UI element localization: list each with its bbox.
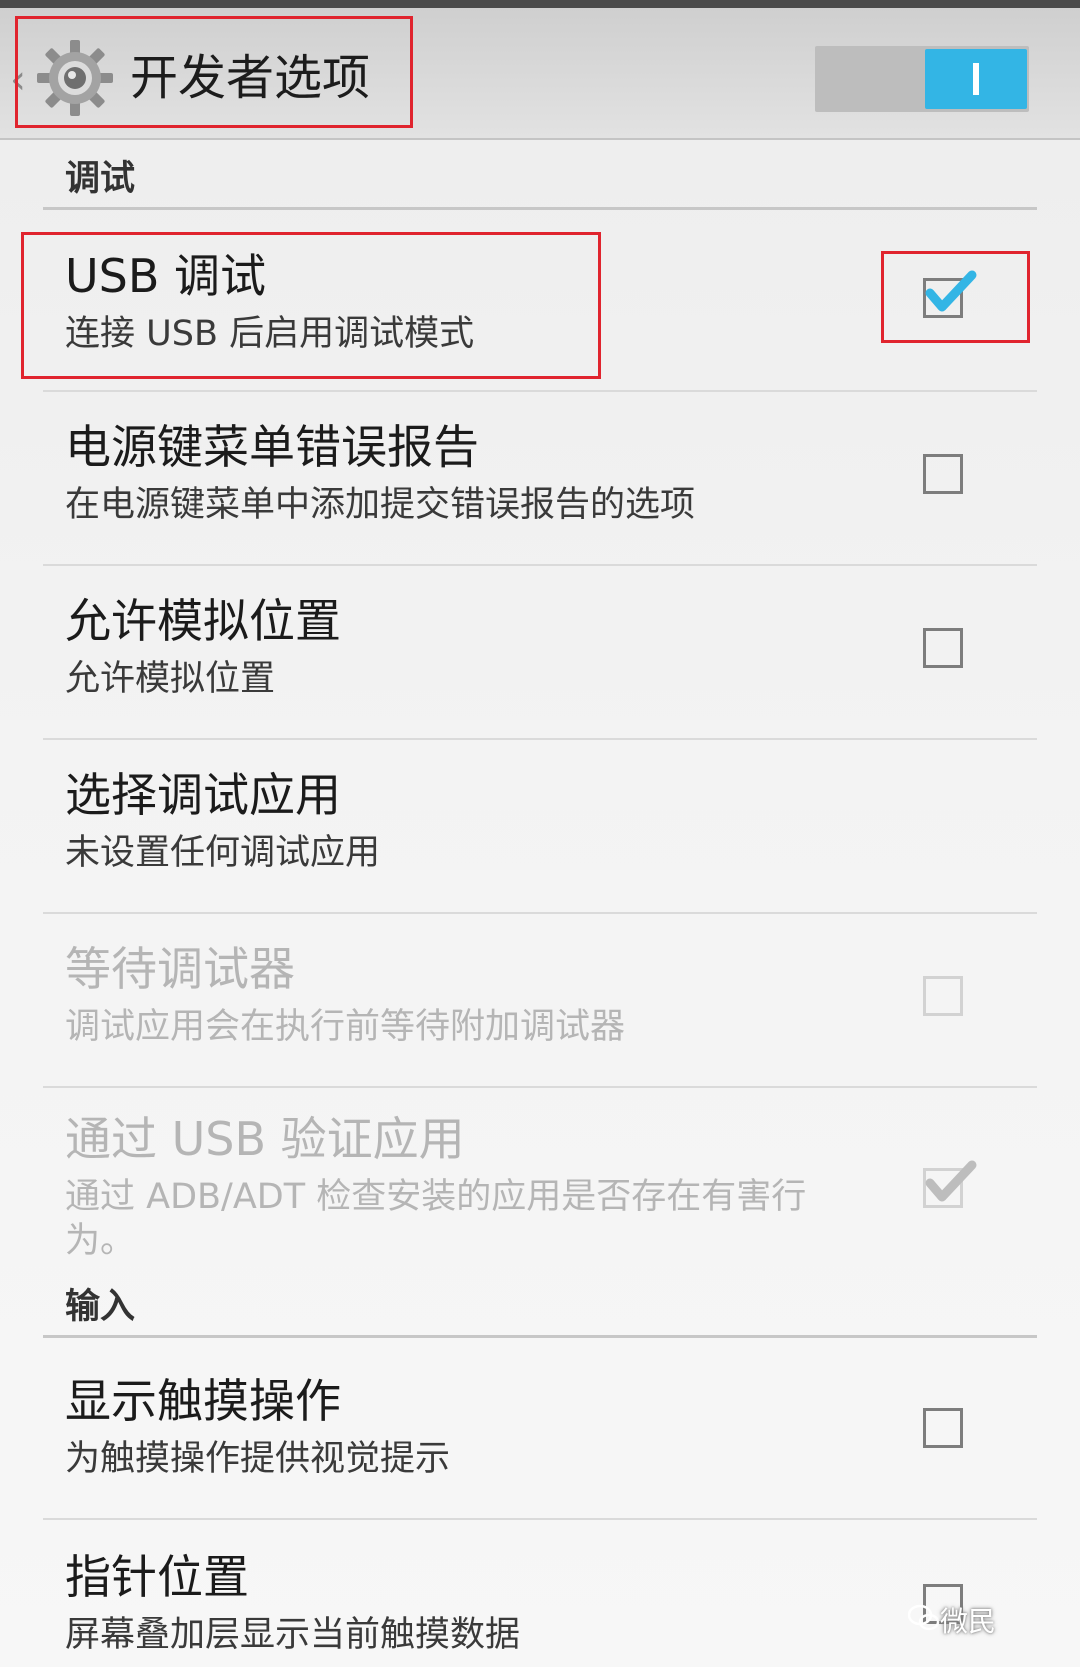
- checkbox[interactable]: [923, 628, 963, 668]
- checkbox-checked[interactable]: [923, 270, 977, 318]
- pref-title: 指针位置: [65, 1550, 249, 1604]
- pref-summary: 在电源键菜单中添加提交错误报告的选项: [65, 485, 696, 525]
- pref-bug-report[interactable]: 电源键菜单错误报告 在电源键菜单中添加提交错误报告的选项: [43, 390, 1037, 566]
- section-label: 输入: [65, 1287, 136, 1327]
- checkbox-checked[interactable]: [923, 1160, 977, 1208]
- pref-pointer-location[interactable]: 指针位置 屏幕叠加层显示当前触摸数据: [43, 1518, 1037, 1667]
- pref-summary: 为触摸操作提供视觉提示: [65, 1439, 451, 1479]
- pref-verify-apps-over-usb[interactable]: 通过 USB 验证应用 通过 ADB/ADT 检查安装的应用是否存在有害行为。: [43, 1086, 1037, 1282]
- checkbox[interactable]: [923, 976, 963, 1016]
- checkbox[interactable]: [923, 1408, 963, 1448]
- pref-title: 等待调试器: [65, 942, 295, 996]
- pref-wait-for-debugger[interactable]: 等待调试器 调试应用会在执行前等待附加调试器: [43, 912, 1037, 1088]
- pref-title: 显示触摸操作: [65, 1374, 341, 1428]
- checkbox[interactable]: [923, 454, 963, 494]
- pref-select-debug-app[interactable]: 选择调试应用 未设置任何调试应用: [43, 738, 1037, 914]
- pref-show-touches[interactable]: 显示触摸操作 为触摸操作提供视觉提示: [43, 1338, 1037, 1520]
- switch-thumb: [925, 49, 1027, 109]
- pref-summary: 允许模拟位置: [65, 659, 276, 699]
- checkmark-icon: [925, 1160, 977, 1202]
- developer-options-switch[interactable]: [815, 46, 1029, 112]
- pref-title: 通过 USB 验证应用: [65, 1112, 465, 1166]
- pref-mock-location[interactable]: 允许模拟位置 允许模拟位置: [43, 564, 1037, 740]
- pref-summary: 通过 ADB/ADT 检查安装的应用是否存在有害行为。: [65, 1177, 807, 1261]
- pref-title: 电源键菜单错误报告: [65, 420, 479, 474]
- chevron-left-icon[interactable]: ‹: [10, 60, 26, 100]
- switch-on-mark: [973, 63, 979, 95]
- watermark-text: 微民: [940, 1605, 997, 1638]
- action-bar: ‹ 开发者选项: [0, 8, 1080, 140]
- wechat-icon: [908, 1604, 940, 1631]
- pref-summary: 未设置任何调试应用: [65, 833, 381, 873]
- pref-usb-debugging[interactable]: USB 调试 连接 USB 后启用调试模式: [43, 213, 1037, 392]
- checkmark-icon: [925, 270, 977, 312]
- section-header-debug: 调试: [43, 150, 1037, 210]
- pref-title: 选择调试应用: [65, 768, 341, 822]
- page-title: 开发者选项: [130, 50, 371, 106]
- section-label: 调试: [65, 159, 136, 199]
- pref-summary: 连接 USB 后启用调试模式: [65, 314, 475, 354]
- gear-icon[interactable]: [35, 38, 115, 118]
- pref-title: 允许模拟位置: [65, 594, 341, 648]
- pref-title: USB 调试: [65, 249, 267, 303]
- pref-summary: 调试应用会在执行前等待附加调试器: [65, 1007, 626, 1047]
- section-header-input: 输入: [43, 1280, 1037, 1338]
- pref-summary: 屏幕叠加层显示当前触摸数据: [65, 1615, 521, 1655]
